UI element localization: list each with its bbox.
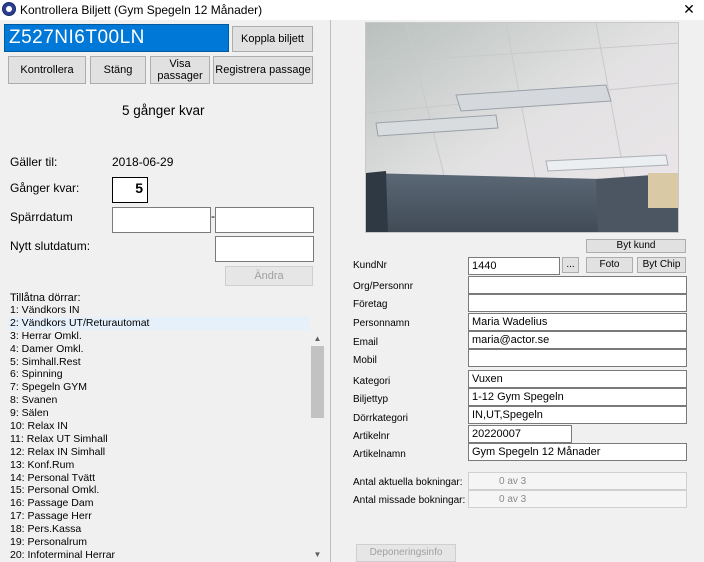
org-label: Org/Personnr — [353, 281, 414, 292]
email-field[interactable]: maria@actor.se — [468, 331, 687, 349]
list-item[interactable]: 10: Relax IN — [8, 420, 318, 433]
artikelnr-field[interactable]: 20220007 — [468, 425, 572, 443]
artikelnr-label: Artikelnr — [353, 431, 390, 442]
scroll-down-icon[interactable]: ▼ — [309, 548, 326, 562]
koppla-biljett-button[interactable]: Koppla biljett — [232, 26, 313, 52]
foretag-label: Företag — [353, 299, 388, 310]
list-item[interactable]: 5: Simhall.Rest — [8, 356, 318, 369]
galler-till-value: 2018-06-29 — [112, 155, 174, 169]
list-item[interactable]: 6: Spinning — [8, 368, 318, 381]
galler-till-label: Gäller til: — [10, 155, 58, 169]
artikelnamn-label: Artikelnamn — [353, 449, 406, 460]
doors-scrollbar[interactable]: ▲ ▼ — [309, 316, 326, 562]
list-item[interactable]: 8: Svanen — [8, 394, 318, 407]
aktuella-bokningar-label: Antal aktuella bokningar: — [353, 477, 463, 488]
list-item[interactable]: 19: Personalrum — [8, 536, 318, 549]
nytt-slutdatum-input[interactable] — [215, 236, 314, 262]
kundnr-lookup-button[interactable]: ... — [562, 257, 579, 273]
kategori-label: Kategori — [353, 376, 391, 387]
ganger-kvar-input[interactable]: 5 — [112, 177, 148, 203]
app-logo-icon — [2, 2, 16, 16]
close-icon[interactable]: ✕ — [674, 0, 704, 20]
list-item[interactable]: 12: Relax IN Simhall — [8, 446, 318, 459]
email-label: Email — [353, 337, 379, 348]
mobil-field[interactable] — [468, 349, 687, 367]
remaining-status: 5 gånger kvar — [122, 103, 205, 118]
list-item[interactable]: 4: Damer Omkl. — [8, 343, 318, 356]
list-item[interactable]: 7: Spegeln GYM — [8, 381, 318, 394]
dorrkategori-label: Dörrkategori — [353, 413, 409, 424]
sparrdatum-to-input[interactable] — [215, 207, 314, 233]
biljettyp-label: Biljettyp — [353, 394, 389, 405]
scroll-thumb[interactable] — [311, 346, 324, 418]
visa-passager-button[interactable]: Visa passager — [150, 56, 210, 84]
artikelnamn-field[interactable]: Gym Spegeln 12 Månader — [468, 443, 687, 461]
list-item[interactable]: 13: Konf.Rum — [8, 459, 318, 472]
foto-button[interactable]: Foto — [586, 257, 633, 273]
camera-snapshot-image — [365, 22, 679, 233]
deponeringsinfo-button[interactable]: Deponeringsinfo — [356, 544, 456, 562]
missade-bokningar-field: 0 av 3 — [468, 490, 687, 508]
kundnr-field[interactable]: 1440 — [468, 257, 560, 275]
window-title: Kontrollera Biljett (Gym Spegeln 12 Måna… — [20, 3, 263, 17]
aktuella-bokningar-field: 0 av 3 — [468, 472, 687, 490]
list-item[interactable]: 15: Personal Omkl. — [8, 484, 318, 497]
list-item[interactable]: 1: Vändkors IN — [8, 304, 318, 317]
list-item[interactable]: 3: Herrar Omkl. — [8, 330, 318, 343]
sparrdatum-from-input[interactable] — [112, 207, 211, 233]
org-field[interactable] — [468, 276, 687, 294]
ticket-code-field[interactable]: Z527NI6T00LN — [4, 24, 229, 52]
title-bar: Kontrollera Biljett (Gym Spegeln 12 Måna… — [0, 0, 704, 20]
personnamn-label: Personnamn — [353, 318, 410, 329]
foretag-field[interactable] — [468, 294, 687, 312]
byt-kund-button[interactable]: Byt kund — [586, 239, 686, 253]
list-item[interactable]: 20: Infoterminal Herrar — [8, 549, 318, 562]
list-item[interactable]: 11: Relax UT Simhall — [8, 433, 318, 446]
ganger-kvar-label: Gånger kvar: — [10, 181, 80, 195]
sparrdatum-label: Spärrdatum — [10, 210, 73, 224]
personnamn-field[interactable]: Maria Wadelius — [468, 313, 687, 331]
list-item[interactable]: 16: Passage Dam — [8, 497, 318, 510]
doors-title: Tillåtna dörrar: — [10, 292, 81, 304]
byt-chip-button[interactable]: Byt Chip — [637, 257, 686, 273]
kundnr-label: KundNr — [353, 260, 387, 271]
missade-bokningar-label: Antal missade bokningar: — [353, 495, 466, 506]
list-item[interactable]: 9: Sälen — [8, 407, 318, 420]
list-item[interactable]: 14: Personal Tvätt — [8, 472, 318, 485]
list-item[interactable]: 18: Pers.Kassa — [8, 523, 318, 536]
kontrollera-button[interactable]: Kontrollera — [8, 56, 86, 84]
dorrkategori-field[interactable]: IN,UT,Spegeln — [468, 406, 687, 424]
stang-button[interactable]: Stäng — [90, 56, 146, 84]
doors-list[interactable]: 1: Vändkors IN 2: Vändkors UT/Returautom… — [8, 304, 318, 562]
mobil-label: Mobil — [353, 355, 377, 366]
list-item[interactable]: 17: Passage Herr — [8, 510, 318, 523]
list-item[interactable]: 2: Vändkors UT/Returautomat — [8, 316, 318, 330]
andra-button[interactable]: Ändra — [225, 266, 313, 286]
scroll-up-icon[interactable]: ▲ — [309, 332, 326, 346]
registrera-passage-button[interactable]: Registrera passage — [213, 56, 313, 84]
biljettyp-field[interactable]: 1-12 Gym Spegeln — [468, 388, 687, 406]
kategori-field[interactable]: Vuxen — [468, 370, 687, 388]
nytt-slutdatum-label: Nytt slutdatum: — [10, 239, 91, 253]
